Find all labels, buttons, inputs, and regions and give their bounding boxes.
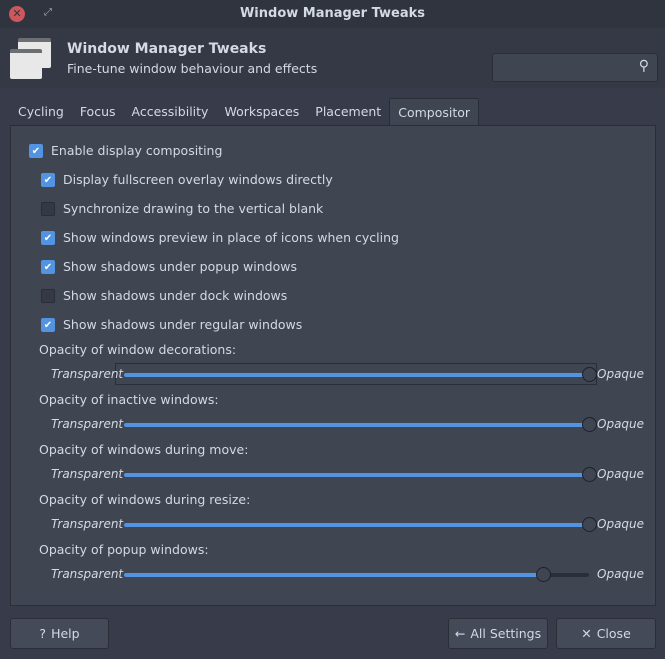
help-label: Help <box>51 626 80 641</box>
slider-fill <box>124 423 589 427</box>
compositor-panel: ✔ Enable display compositing ✔ Display fu… <box>10 125 656 606</box>
max-label: Opaque <box>597 567 645 581</box>
help-button[interactable]: ? Help <box>10 618 109 649</box>
help-icon: ? <box>39 626 47 641</box>
checkbox-check-icon <box>41 288 55 303</box>
slider-label: Opacity of inactive windows: <box>39 392 219 407</box>
checkbox-check-icon: ✔ <box>41 172 55 187</box>
opacity-slider[interactable] <box>124 467 597 482</box>
checkbox-check-icon <box>41 201 55 216</box>
slider-handle[interactable] <box>582 467 597 482</box>
opacity-slider[interactable] <box>124 567 589 582</box>
slider-handle[interactable] <box>582 517 597 532</box>
all-settings-button[interactable]: ← All Settings <box>448 618 548 649</box>
window-title: Window Manager Tweaks <box>239 6 426 21</box>
slider-handle[interactable] <box>535 567 551 582</box>
slider-label: Opacity of windows during resize: <box>39 492 251 507</box>
opacity-slider-row: Transparent Opaque <box>51 363 651 385</box>
arrow-left-icon: ← <box>454 626 466 641</box>
search-icon: ⚲ <box>638 58 649 74</box>
min-label: Transparent <box>51 467 124 481</box>
slider-fill <box>124 573 543 577</box>
checkbox-check-icon: ✔ <box>41 317 55 332</box>
max-label: Opaque <box>597 467 645 481</box>
checkbox-check-icon: ✔ <box>41 230 55 245</box>
min-label: Transparent <box>51 417 124 431</box>
opacity-slider[interactable] <box>124 417 597 432</box>
slider-handle[interactable] <box>582 367 597 382</box>
search-input[interactable]: ⚲ <box>492 53 658 82</box>
opacity-slider[interactable] <box>124 367 597 382</box>
option-checkbox[interactable]: ✔ Show shadows under popup windows <box>41 259 297 274</box>
checkbox-label: Show shadows under popup windows <box>63 259 297 274</box>
window-manager-icon <box>10 38 52 80</box>
header-title: Window Manager Tweaks <box>67 41 267 57</box>
opacity-slider-row: Transparent Opaque <box>51 415 651 435</box>
opacity-slider-row: Transparent Opaque <box>51 515 651 535</box>
min-label: Transparent <box>51 517 124 531</box>
slider-fill <box>124 373 589 377</box>
checkbox-check-icon: ✔ <box>29 143 43 158</box>
close-label: Close <box>596 626 631 641</box>
min-label: Transparent <box>51 367 124 381</box>
close-icon: ✕ <box>581 626 592 641</box>
tab-compositor[interactable]: Compositor <box>389 98 480 126</box>
checkbox-check-icon: ✔ <box>41 259 55 274</box>
enable-compositing-checkbox[interactable]: ✔ Enable display compositing <box>29 143 222 158</box>
title-bar: ✕ ⤢ Window Manager Tweaks <box>0 0 665 28</box>
checkbox-label: Enable display compositing <box>51 143 223 158</box>
max-label: Opaque <box>597 417 645 431</box>
option-checkbox[interactable]: ✔ Show windows preview in place of icons … <box>41 230 399 245</box>
max-label: Opaque <box>597 517 645 531</box>
close-button[interactable]: ✕ Close <box>556 618 656 649</box>
dialog-header: Window Manager Tweaks Fine-tune window b… <box>0 28 665 88</box>
checkbox-label: Show shadows under dock windows <box>63 288 288 303</box>
option-checkbox[interactable]: ✔ Show shadows under regular windows <box>41 317 302 332</box>
all-settings-label: All Settings <box>470 626 542 641</box>
slider-fill <box>124 473 589 477</box>
slider-label: Opacity of popup windows: <box>39 542 209 557</box>
tab-placement[interactable]: Placement <box>307 98 389 126</box>
option-checkbox[interactable]: Show shadows under dock windows <box>41 288 287 303</box>
slider-handle[interactable] <box>582 417 597 432</box>
checkbox-label: Synchronize drawing to the vertical blan… <box>63 201 324 216</box>
max-label: Opaque <box>597 367 645 381</box>
checkbox-label: Show shadows under regular windows <box>63 317 303 332</box>
option-checkbox[interactable]: Synchronize drawing to the vertical blan… <box>41 201 323 216</box>
checkbox-label: Show windows preview in place of icons w… <box>63 230 399 245</box>
tab-workspaces[interactable]: Workspaces <box>216 98 307 126</box>
slider-label: Opacity of windows during move: <box>39 442 249 457</box>
tab-bar: Cycling Focus Accessibility Workspaces P… <box>10 98 480 126</box>
tab-focus[interactable]: Focus <box>72 98 124 126</box>
slider-fill <box>124 523 589 527</box>
slider-label: Opacity of window decorations: <box>39 342 237 357</box>
tab-cycling[interactable]: Cycling <box>10 98 72 126</box>
option-checkbox[interactable]: ✔ Display fullscreen overlay windows dire… <box>41 172 333 187</box>
min-label: Transparent <box>51 567 124 581</box>
header-subtitle: Fine-tune window behaviour and effects <box>67 61 318 76</box>
tab-accessibility[interactable]: Accessibility <box>124 98 217 126</box>
checkbox-label: Display fullscreen overlay windows direc… <box>63 172 333 187</box>
opacity-slider[interactable] <box>124 517 597 532</box>
opacity-slider-row: Transparent Opaque <box>51 465 651 485</box>
opacity-slider-row: Transparent Opaque <box>51 565 651 585</box>
